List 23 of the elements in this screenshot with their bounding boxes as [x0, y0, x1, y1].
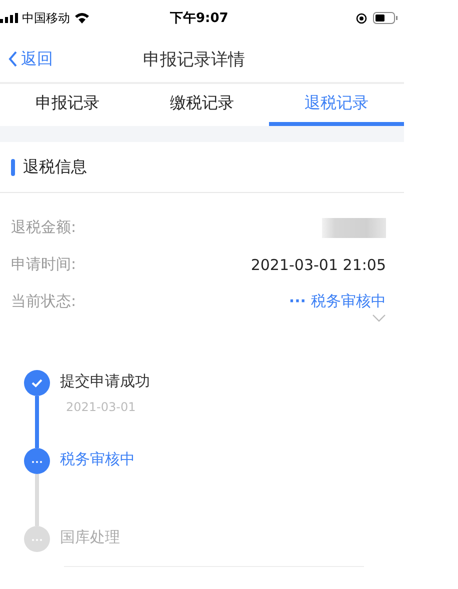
page-title: 申报记录详情	[143, 48, 245, 70]
section-title: 退税信息	[23, 156, 87, 178]
back-button[interactable]: 返回	[0, 48, 53, 70]
field-label: 申请时间:	[11, 255, 76, 274]
clock-time: 下午9:07	[170, 10, 228, 27]
wifi-icon	[74, 12, 90, 24]
accent-bar	[11, 158, 15, 176]
chevron-left-icon	[8, 51, 18, 67]
status-dots: ···	[288, 292, 306, 311]
carrier-name: 中国移动	[22, 10, 70, 26]
battery-icon	[373, 12, 398, 24]
chevron-down-icon[interactable]	[372, 314, 386, 322]
step-date: 2021-03-01	[66, 400, 137, 414]
step-title: 提交申请成功	[60, 372, 150, 391]
field-value: 2021-03-01 21:05	[250, 256, 386, 274]
rotation-lock-icon	[356, 12, 367, 24]
step-title: 税务审核中	[60, 450, 135, 469]
redacted-value	[322, 218, 386, 238]
field-label: 退税金额:	[11, 218, 76, 237]
status-value: 税务审核中	[311, 292, 386, 311]
field-label: 当前状态:	[11, 292, 76, 311]
signal-icon	[0, 13, 18, 23]
step-title: 国库处理	[60, 528, 120, 547]
